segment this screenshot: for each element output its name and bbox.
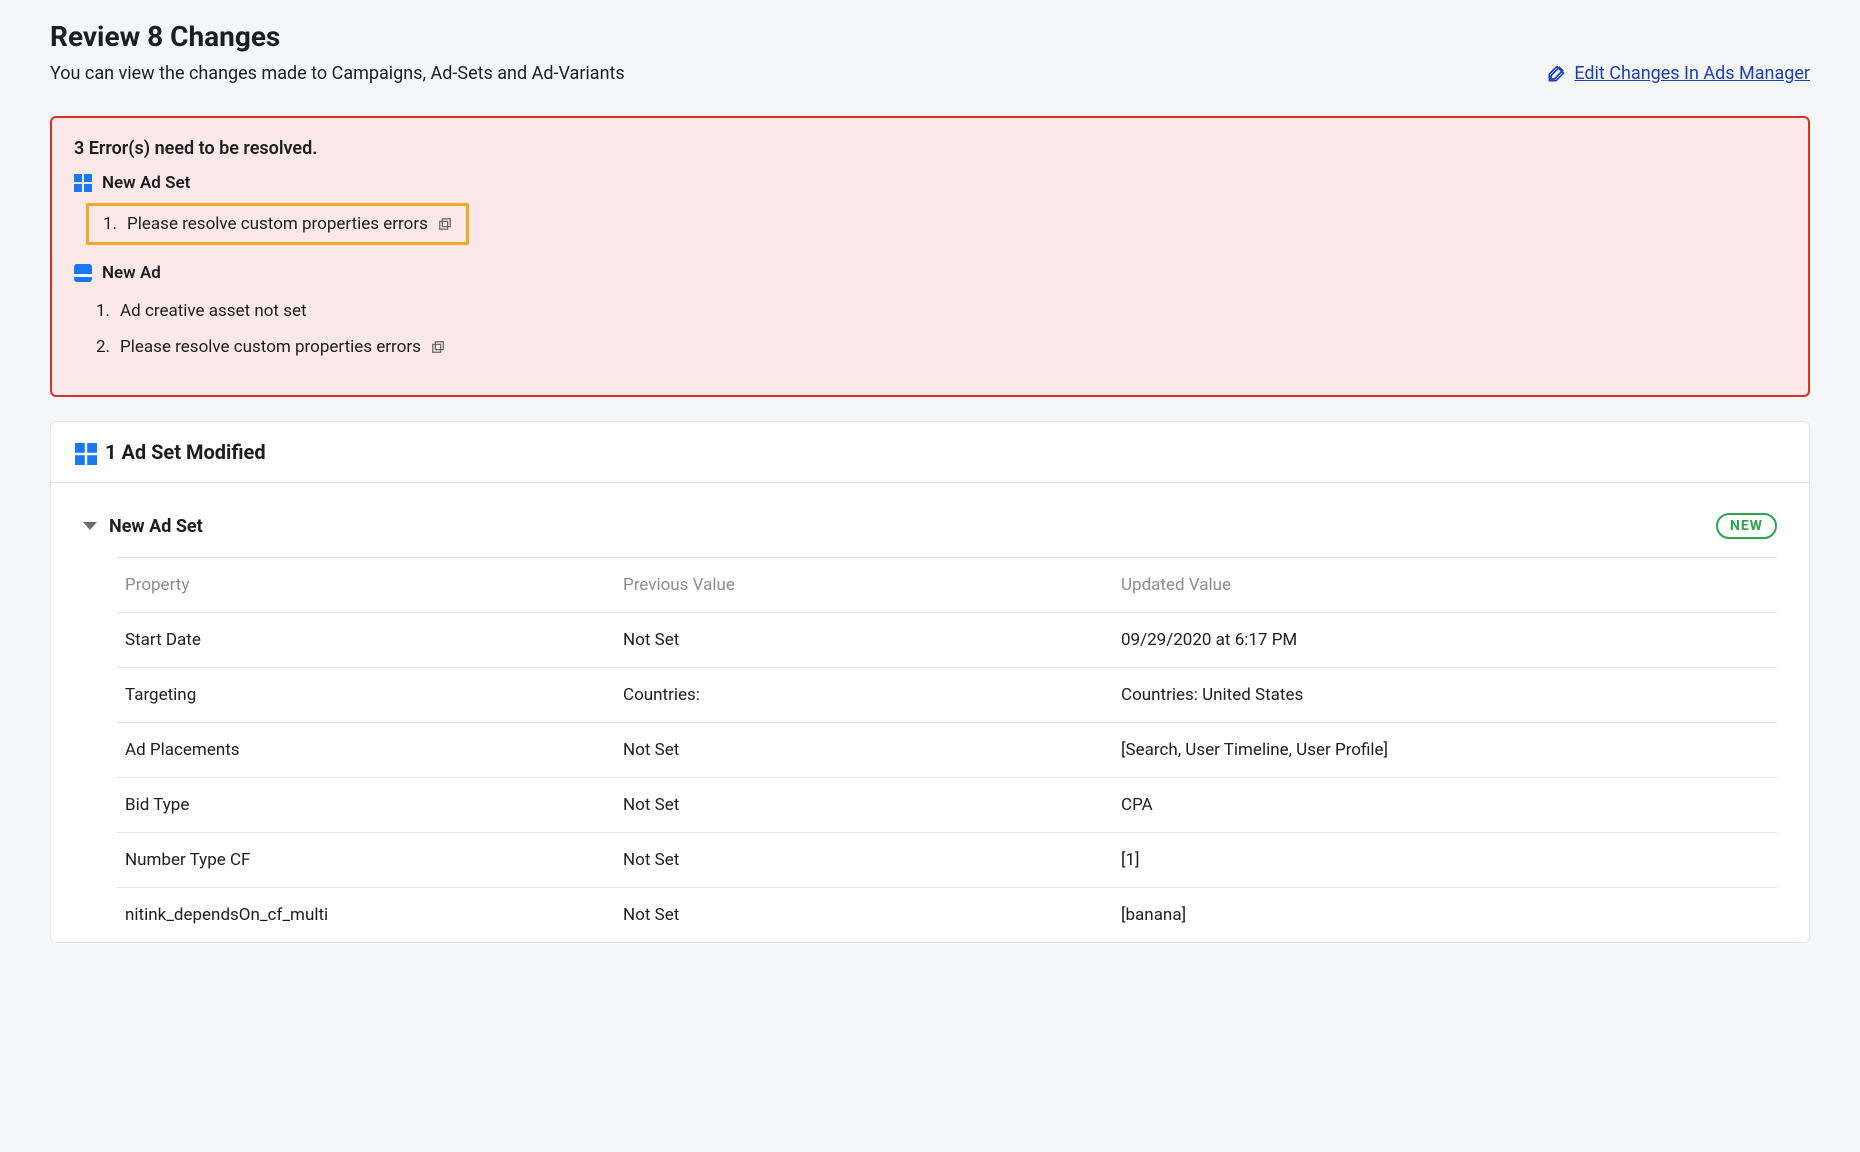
error-group-adset: New Ad Set 1. Please resolve custom prop…	[74, 173, 1786, 253]
cell-property: Targeting	[117, 668, 615, 723]
cell-updated: CPA	[1113, 778, 1777, 833]
subsection-header[interactable]: New Ad Set NEW	[83, 501, 1777, 557]
cell-updated: [banana]	[1113, 888, 1777, 943]
cell-previous: Not Set	[615, 723, 1113, 778]
table-header-row: Property Previous Value Updated Value	[117, 558, 1777, 613]
cell-property: Ad Placements	[117, 723, 615, 778]
cell-previous: Not Set	[615, 613, 1113, 668]
cell-updated: Countries: United States	[1113, 668, 1777, 723]
section-header: 1 Ad Set Modified	[51, 422, 1809, 483]
table-row: Start Date Not Set 09/29/2020 at 6:17 PM	[117, 613, 1777, 668]
subsection-name: New Ad Set	[109, 516, 203, 537]
error-group-name: New Ad Set	[102, 173, 190, 193]
popout-icon[interactable]	[431, 340, 445, 354]
edit-changes-label: Edit Changes In Ads Manager	[1574, 63, 1810, 84]
section-body: New Ad Set NEW Property Previous Value U…	[51, 483, 1809, 942]
cell-updated: [1]	[1113, 833, 1777, 888]
changes-table: Property Previous Value Updated Value St…	[117, 557, 1777, 942]
popout-icon[interactable]	[438, 217, 452, 231]
col-previous: Previous Value	[615, 558, 1113, 613]
error-item-text: Please resolve custom properties errors	[120, 337, 421, 357]
adset-icon	[75, 443, 93, 461]
error-item[interactable]: 2. Please resolve custom properties erro…	[74, 329, 1786, 365]
cell-previous: Not Set	[615, 888, 1113, 943]
cell-property: nitink_dependsOn_cf_multi	[117, 888, 615, 943]
table-body: Start Date Not Set 09/29/2020 at 6:17 PM…	[117, 613, 1777, 943]
error-summary-title: 3 Error(s) need to be resolved.	[74, 138, 1786, 159]
cell-previous: Not Set	[615, 833, 1113, 888]
page-header: Review 8 Changes You can view the change…	[50, 20, 1810, 84]
error-item-num: 1.	[96, 301, 110, 321]
error-group-name: New Ad	[102, 263, 161, 283]
cell-property: Start Date	[117, 613, 615, 668]
chevron-down-icon[interactable]	[83, 522, 97, 530]
error-item-num: 2.	[96, 337, 110, 357]
section-title: 1 Ad Set Modified	[105, 440, 266, 464]
table-row: Bid Type Not Set CPA	[117, 778, 1777, 833]
cell-property: Number Type CF	[117, 833, 615, 888]
cell-previous: Not Set	[615, 778, 1113, 833]
col-updated: Updated Value	[1113, 558, 1777, 613]
cell-previous: Countries:	[615, 668, 1113, 723]
table-row: Number Type CF Not Set [1]	[117, 833, 1777, 888]
col-property: Property	[117, 558, 615, 613]
header-row: You can view the changes made to Campaig…	[50, 63, 1810, 84]
edit-changes-link[interactable]: Edit Changes In Ads Manager	[1546, 63, 1810, 84]
error-item-text: Ad creative asset not set	[120, 301, 307, 321]
error-item-highlighted[interactable]: 1. Please resolve custom properties erro…	[86, 203, 469, 245]
cell-updated: [Search, User Timeline, User Profile]	[1113, 723, 1777, 778]
modified-section-card: 1 Ad Set Modified New Ad Set NEW Propert…	[50, 421, 1810, 943]
cell-updated: 09/29/2020 at 6:17 PM	[1113, 613, 1777, 668]
page-subtitle: You can view the changes made to Campaig…	[50, 63, 625, 84]
table-row: nitink_dependsOn_cf_multi Not Set [banan…	[117, 888, 1777, 943]
cell-property: Bid Type	[117, 778, 615, 833]
error-item-num: 1.	[103, 214, 117, 234]
table-row: Ad Placements Not Set [Search, User Time…	[117, 723, 1777, 778]
pencil-icon	[1546, 64, 1566, 84]
subsection-left: New Ad Set	[83, 516, 203, 537]
error-item-text: Please resolve custom properties errors	[127, 214, 428, 234]
error-item[interactable]: 1. Ad creative asset not set	[74, 293, 1786, 329]
page-title: Review 8 Changes	[50, 20, 1810, 53]
table-row: Targeting Countries: Countries: United S…	[117, 668, 1777, 723]
adset-icon	[74, 174, 92, 192]
error-group-header: New Ad	[74, 263, 1786, 283]
new-badge: NEW	[1716, 513, 1777, 539]
error-group-header: New Ad Set	[74, 173, 1786, 193]
error-alert-box: 3 Error(s) need to be resolved. New Ad S…	[50, 116, 1810, 397]
ad-icon	[74, 264, 92, 282]
error-group-ad: New Ad 1. Ad creative asset not set 2. P…	[74, 263, 1786, 365]
